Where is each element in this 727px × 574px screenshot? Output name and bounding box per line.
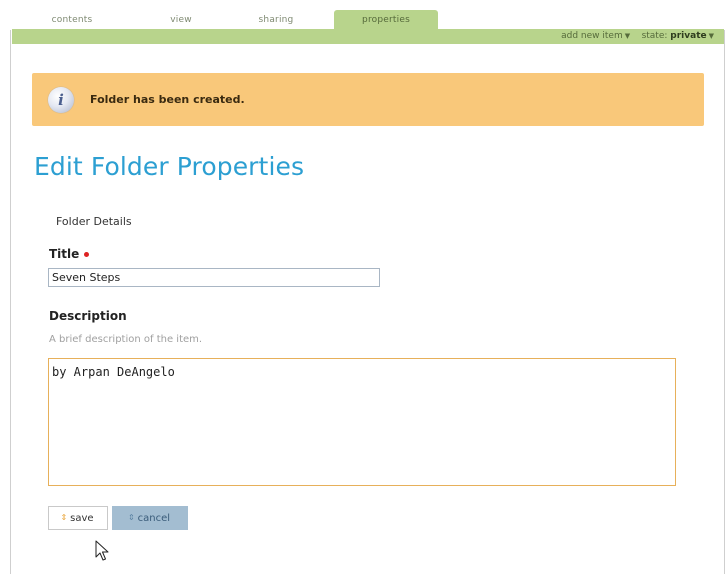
cancel-button[interactable]: ⇕ cancel: [112, 506, 188, 530]
title-input[interactable]: [48, 268, 380, 287]
description-textarea[interactable]: by Arpan DeAngelo: [48, 358, 676, 486]
state-label: state:: [641, 31, 668, 41]
mouse-cursor-icon: [95, 540, 109, 561]
required-icon: [84, 252, 90, 257]
frame-right-border: [724, 30, 725, 574]
tab-view[interactable]: view: [146, 10, 216, 30]
title-label-text: Title: [49, 247, 80, 261]
tab-properties[interactable]: properties: [334, 10, 438, 30]
save-button[interactable]: ⇕ save: [48, 506, 108, 530]
frame-left-border: [10, 30, 11, 574]
fieldset-legend: Folder Details: [56, 215, 132, 228]
tab-contents[interactable]: contents: [30, 10, 114, 30]
info-icon: i: [48, 87, 74, 113]
add-new-item-menu[interactable]: add new item ▼: [561, 31, 630, 41]
title-field-label: Title: [49, 247, 90, 261]
chevron-down-icon: ▼: [708, 32, 714, 40]
state-menu[interactable]: state: private ▼: [642, 31, 714, 41]
page-title: Edit Folder Properties: [34, 152, 305, 181]
status-message: i Folder has been created.: [32, 73, 704, 126]
description-field-label: Description: [49, 309, 127, 323]
status-message-text: Folder has been created.: [90, 93, 245, 106]
state-value: private: [670, 31, 707, 41]
save-button-label: save: [70, 513, 94, 524]
cancel-button-label: cancel: [137, 513, 171, 524]
updown-arrows-icon: ⇕: [60, 513, 68, 522]
updown-arrows-icon: ⇕: [127, 513, 135, 522]
description-help-text: A brief description of the item.: [49, 334, 203, 345]
add-new-item-label: add new item: [561, 31, 623, 41]
content-actions-bar: add new item ▼ state: private ▼: [12, 29, 724, 44]
actions-menu: add new item ▼ state: private ▼: [561, 29, 714, 44]
chevron-down-icon: ▼: [624, 32, 631, 40]
content-tabs: contents view sharing properties: [14, 10, 724, 30]
tab-sharing[interactable]: sharing: [236, 10, 316, 30]
